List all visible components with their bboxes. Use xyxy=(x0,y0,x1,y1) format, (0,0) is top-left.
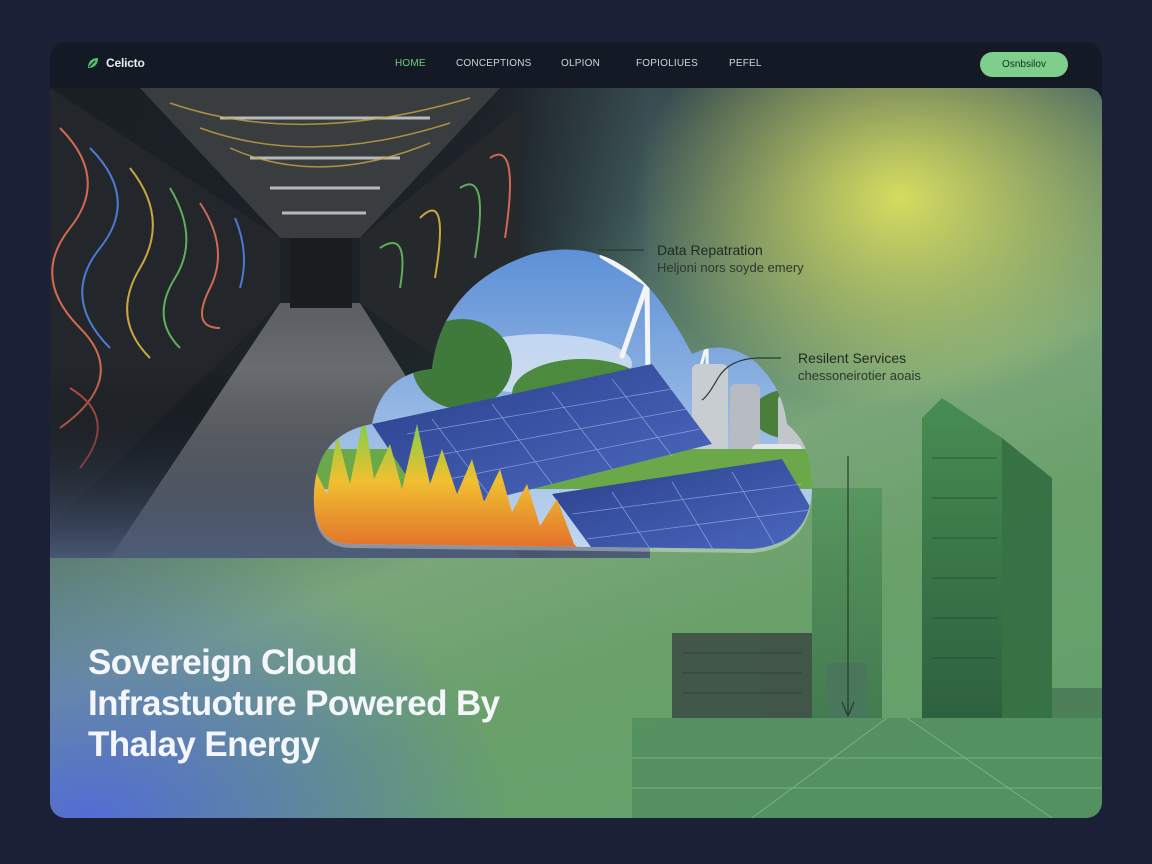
callout-data-repatriation-subtitle: Heljoni nors soyde emery xyxy=(657,260,804,275)
nav-link-conceptions[interactable]: CONCEPTIONS xyxy=(456,58,532,69)
renewable-energy-cloud xyxy=(313,249,812,554)
hero-headline-line-2: Infrastuoture Powered By xyxy=(88,684,500,723)
brand-logo[interactable]: Celicto xyxy=(86,56,145,70)
hero-headline-line-3: Thalay Energy xyxy=(88,725,320,764)
brand-name: Celicto xyxy=(106,56,145,70)
page-frame: Celicto HOME CONCEPTIONS OLPION FOPIOLIU… xyxy=(50,42,1102,818)
callout-resilient-services-subtitle: chessoneirotier aoais xyxy=(798,368,921,383)
callout-connector-curve xyxy=(701,357,781,401)
arrow-down-icon xyxy=(841,456,855,718)
callout-data-repatriation-title: Data Repatration xyxy=(657,242,763,258)
hero-headline: Sovereign Cloud Infrastuoture Powered By… xyxy=(88,642,608,765)
callout-resilient-services-title: Resilent Services xyxy=(798,350,907,366)
hero-section: Data Repatration Heljoni nors soyde emer… xyxy=(50,88,1102,818)
top-navigation: Celicto HOME CONCEPTIONS OLPION FOPIOLIU… xyxy=(50,42,1102,88)
nav-link-fopioliues[interactable]: FOPIOLIUES xyxy=(636,58,698,69)
callout-connector-line xyxy=(598,249,644,251)
leaf-logo-icon xyxy=(88,58,98,68)
nav-link-olpion[interactable]: OLPION xyxy=(561,58,600,69)
cta-button[interactable]: Osnbsilov xyxy=(980,52,1068,77)
hero-headline-line-1: Sovereign Cloud xyxy=(88,643,358,682)
nav-link-home[interactable]: HOME xyxy=(395,58,426,69)
nav-link-pefel[interactable]: PEFEL xyxy=(729,58,762,69)
